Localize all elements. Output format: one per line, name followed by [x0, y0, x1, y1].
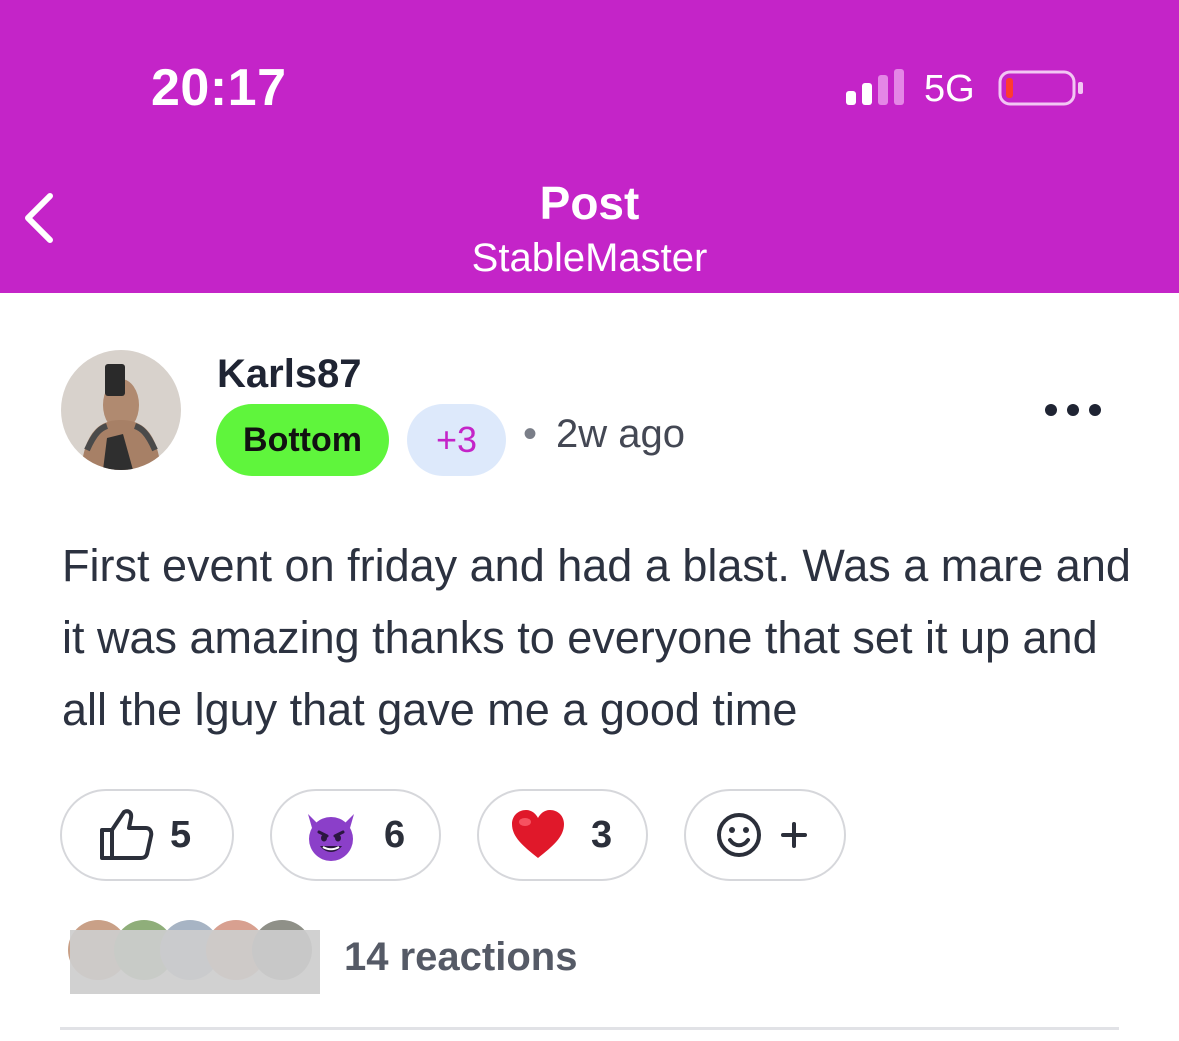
post-body: First event on friday and had a blast. W… [62, 540, 1131, 735]
battery-icon [998, 70, 1083, 106]
reaction-thumbs-up-button[interactable]: 5 [60, 789, 234, 881]
page-subtitle: StableMaster [471, 236, 708, 280]
add-reaction-button[interactable] [684, 789, 846, 881]
smiling-devil-emoji [308, 814, 354, 861]
reaction-count: 5 [170, 813, 192, 856]
app-header: 20:17 5G Post StableMaster [0, 0, 1179, 293]
reaction-count: 6 [384, 813, 406, 856]
page-title: Post [539, 177, 640, 229]
divider [60, 1027, 1119, 1030]
more-horizontal-icon[interactable] [1040, 392, 1106, 428]
signal-strength-icon [846, 69, 904, 105]
network-type: 5G [924, 68, 975, 110]
role-badge: Bottom [216, 404, 389, 476]
reaction-heart-button[interactable]: 3 [477, 789, 648, 881]
author-avatar[interactable] [61, 350, 181, 470]
reactor-avatars[interactable] [62, 920, 322, 996]
separator-dot: • [523, 412, 538, 456]
reaction-devil-button[interactable]: 6 [270, 789, 441, 881]
red-heart-emoji [512, 810, 564, 858]
add-reaction-icon [717, 813, 807, 857]
more-badges-button[interactable]: +3 [407, 404, 506, 476]
reaction-count: 3 [591, 813, 613, 856]
author-name[interactable]: Karls87 [217, 352, 362, 397]
post-timestamp: 2w ago [556, 412, 685, 456]
thumbs-up-icon [100, 809, 154, 860]
reactions-summary[interactable]: 14 reactions [344, 935, 577, 980]
status-time: 20:17 [151, 59, 287, 117]
